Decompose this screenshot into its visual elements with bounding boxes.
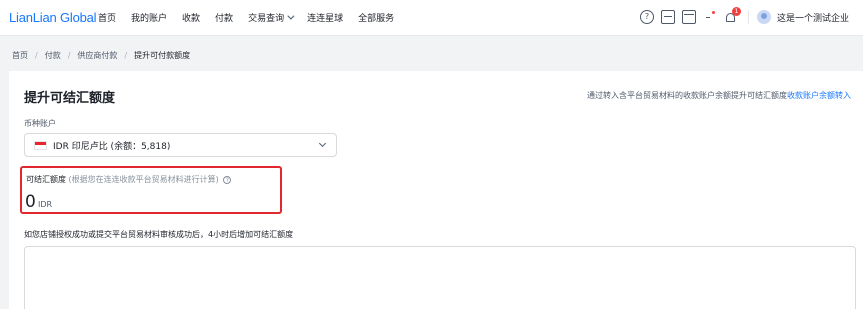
currency-account-value: IDR 印尼卢比 (余额：5,818): [53, 141, 171, 152]
tip-text: 通过转入含平台贸易材料的收款账户余额提升可结汇额度: [587, 91, 787, 100]
top-navbar: LianLian Global 首页 我的账户 收款 付款 交易查询 连连星球 …: [0, 0, 863, 36]
help-icon[interactable]: ?: [223, 175, 232, 184]
calendar-icon[interactable]: [682, 10, 696, 24]
breadcrumb-current: 提升可付款额度: [134, 51, 191, 60]
header-divider: [748, 10, 749, 24]
breadcrumb: 首页 / 付款 / 供应商付款 / 提升可付款额度: [12, 50, 190, 61]
avatar[interactable]: [757, 10, 771, 24]
quota-info-panel: [24, 246, 856, 309]
breadcrumb-separator: /: [67, 51, 71, 60]
breadcrumb-supplier-payment[interactable]: 供应商付款: [77, 50, 117, 61]
nav-receive[interactable]: 收款: [182, 11, 200, 24]
nav-lianlian-planet[interactable]: 连连星球: [307, 11, 343, 24]
currency-account-select[interactable]: IDR 印尼卢比 (余额：5,818): [24, 133, 337, 157]
quota-label-text: 可结汇额度: [26, 175, 66, 184]
currency-account-label: 币种账户: [24, 119, 56, 128]
breadcrumb-pay[interactable]: 付款: [45, 50, 61, 61]
quota-currency-unit: IDR: [38, 200, 53, 209]
nav-home[interactable]: 首页: [98, 11, 116, 24]
dot-icon[interactable]: [703, 10, 717, 24]
page-title: 提升可结汇额度: [24, 91, 116, 106]
quota-increase-info: 如您店铺授权成功或提交平台贸易材料审核成功后，4小时后增加可结汇额度: [24, 230, 294, 239]
document-icon[interactable]: [661, 10, 675, 24]
nav-pay[interactable]: 付款: [215, 11, 233, 24]
settlement-quota-highlight: 可结汇额度 (根据您在连连收款平台贸易材料进行计算) ? 0 IDR: [20, 166, 282, 214]
quota-note: (根据您在连连收款平台贸易材料进行计算): [68, 175, 219, 184]
transfer-tip: 通过转入含平台贸易材料的收款账户余额提升可结汇额度收款账户余额转入: [587, 90, 851, 101]
lianlian-logo[interactable]: LianLian Global: [9, 10, 97, 25]
company-name[interactable]: 这是一个测试企业: [777, 11, 849, 24]
nav-my-account[interactable]: 我的账户: [131, 11, 167, 24]
indonesia-flag-icon: [34, 140, 47, 150]
notification-badge: 1: [732, 7, 741, 16]
help-icon[interactable]: ?: [640, 10, 654, 24]
main-nav: 首页 我的账户 收款 付款 交易查询 连连星球 全部服务: [98, 11, 409, 24]
nav-all-services[interactable]: 全部服务: [358, 11, 394, 24]
breadcrumb-home[interactable]: 首页: [12, 50, 28, 61]
breadcrumb-separator: /: [124, 51, 128, 60]
nav-transactions-label: 交易查询: [248, 14, 285, 24]
chevron-down-icon: [287, 12, 295, 20]
quota-amount: 0: [25, 192, 36, 212]
main-card: 提升可结汇额度 通过转入含平台贸易材料的收款账户余额提升可结汇额度收款账户余额转…: [9, 71, 863, 309]
breadcrumb-separator: /: [35, 51, 38, 60]
nav-transactions[interactable]: 交易查询: [248, 11, 295, 24]
chevron-down-icon: [318, 139, 327, 148]
header-actions: ? 1 这是一个测试企业: [640, 7, 849, 24]
bell-icon[interactable]: 1: [724, 7, 741, 24]
balance-transfer-link[interactable]: 收款账户余额转入: [787, 91, 851, 100]
settlement-quota-label: 可结汇额度 (根据您在连连收款平台贸易材料进行计算) ?: [26, 174, 232, 185]
